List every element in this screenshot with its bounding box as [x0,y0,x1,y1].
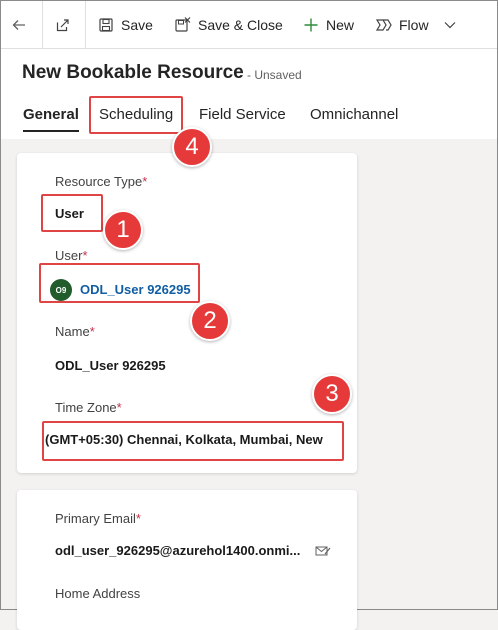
tab-general[interactable]: General [23,106,79,123]
open-in-new-window-icon [54,16,72,34]
save-and-close-label: Save & Close [198,16,283,33]
command-bar: Save Save & Close New Flow [1,1,497,49]
save-label: Save [121,16,153,33]
primary-email-field[interactable]: odl_user_926295@azurehol1400.onmi... [55,543,311,558]
primary-email-label: Primary Email* [55,511,141,526]
annotation-badge-3: 3 [312,374,352,414]
back-button[interactable] [10,1,34,48]
form-header: New Bookable Resource - Unsaved General … [1,49,497,139]
selected-tab-indicator [23,130,79,132]
name-field[interactable]: ODL_User 926295 [55,358,166,373]
flow-icon [375,16,393,34]
tab-field-service[interactable]: Field Service [199,106,286,123]
name-label: Name* [55,324,95,339]
save-button[interactable]: Save [97,1,153,48]
resource-type-label: Resource Type* [55,174,148,189]
arrow-left-icon [10,16,28,34]
annotation-badge-4: 4 [172,127,212,167]
annotation-box-resource-type [41,194,103,232]
contact-section-card: Primary Email* odl_user_926295@azurehol1… [17,490,357,630]
save-icon [97,16,115,34]
home-address-label: Home Address [55,586,141,601]
annotation-box-time-zone [42,421,344,461]
save-close-icon [174,16,192,34]
tab-omnichannel[interactable]: Omnichannel [310,106,398,123]
annotation-box-user [39,263,200,303]
open-new-window-button[interactable] [54,1,78,48]
flow-label: Flow [399,16,429,33]
new-button[interactable]: New [302,1,354,48]
annotation-badge-1: 1 [103,210,143,250]
time-zone-label: Time Zone* [55,400,122,415]
chevron-down-icon [441,16,459,34]
annotation-box-scheduling [89,96,183,134]
save-status: - Unsaved [247,68,302,82]
user-label: User* [55,248,88,263]
plus-icon [302,16,320,34]
new-label: New [326,16,355,33]
page-title: New Bookable Resource [22,62,244,83]
compose-email-icon[interactable] [315,544,331,563]
save-and-close-button[interactable]: Save & Close [174,1,283,48]
flow-button[interactable]: Flow [375,1,465,48]
annotation-badge-2: 2 [190,301,230,341]
